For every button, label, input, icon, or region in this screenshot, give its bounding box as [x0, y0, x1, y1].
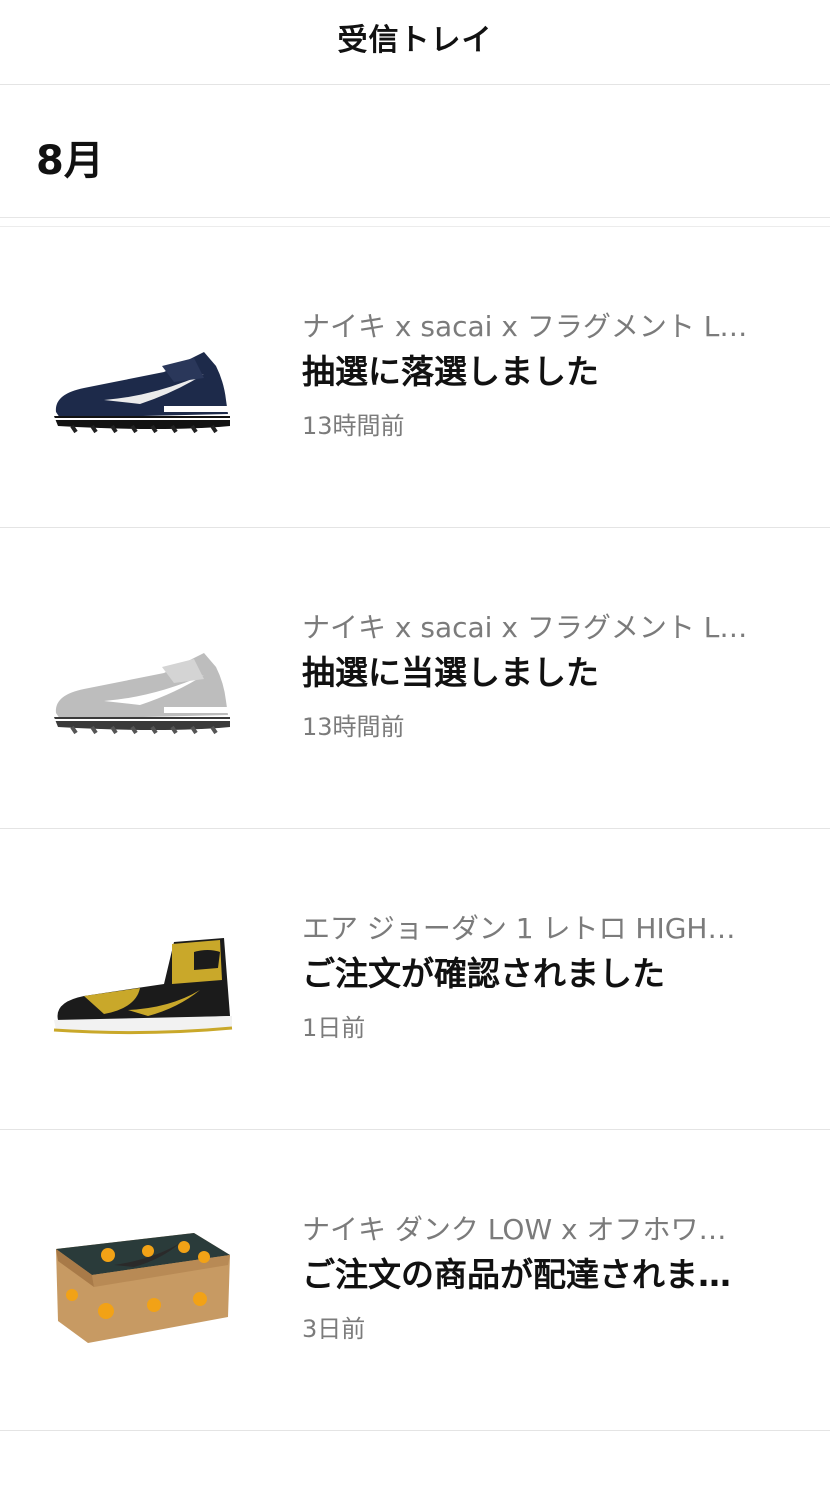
notification-item[interactable]: ナイキ ダンク LOW x オフホワ… ご注文の商品が配達されま… 3日前 [0, 1130, 830, 1431]
notification-status: ご注文が確認されました [302, 954, 665, 993]
month-label: 8月 [36, 138, 104, 184]
notification-item[interactable]: エア ジョーダン 1 レトロ HIGH… ご注文が確認されました 1日前 [0, 829, 830, 1130]
product-image [44, 924, 244, 1044]
product-image [44, 322, 244, 442]
notification-status: ご注文の商品が配達されま… [302, 1255, 731, 1294]
product-image [44, 623, 244, 743]
timestamp: 3日前 [302, 1315, 366, 1343]
top-bar: 受信トレイ [0, 0, 830, 85]
timestamp: 1日前 [302, 1014, 366, 1042]
page-title: 受信トレイ [337, 23, 493, 58]
section-header: 8月 [0, 86, 830, 218]
timestamp: 13時間前 [302, 713, 405, 741]
shoe-box-icon [56, 1233, 230, 1343]
notification-status: 抽選に落選しました [302, 352, 599, 391]
notification-status: 抽選に当選しました [302, 653, 599, 692]
product-image [44, 1225, 244, 1345]
notification-item[interactable]: ナイキ x sacai x フラグメント L… 抽選に落選しました 13時間前 [0, 227, 830, 528]
sneaker-yellow-black-icon [53, 938, 233, 1035]
timestamp: 13時間前 [302, 412, 405, 440]
notification-list: ナイキ x sacai x フラグメント L… 抽選に落選しました 13時間前 [0, 226, 830, 1431]
notification-item[interactable]: ナイキ x sacai x フラグメント L… 抽選に当選しました 13時間前 [0, 528, 830, 829]
product-name: ナイキ x sacai x フラグメント L… [302, 611, 748, 644]
inbox-screen: 受信トレイ 8月 ナイキ x sacai x フラグメント L… 抽選に落選しま… [0, 0, 830, 1486]
sneaker-navy-icon [54, 352, 230, 434]
product-name: ナイキ ダンク LOW x オフホワ… [302, 1213, 727, 1246]
product-name: エア ジョーダン 1 レトロ HIGH… [302, 912, 736, 945]
sneaker-grey-icon [54, 653, 230, 735]
product-name: ナイキ x sacai x フラグメント L… [302, 310, 748, 343]
